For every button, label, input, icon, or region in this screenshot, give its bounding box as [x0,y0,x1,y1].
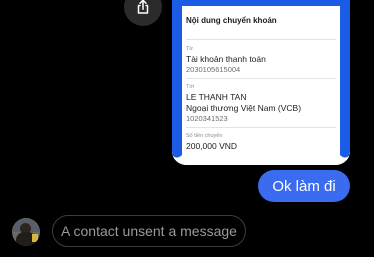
share-icon [137,0,149,14]
divider [186,39,336,40]
from-label: Từ [186,46,194,52]
amount-label: Số tiền chuyển [186,133,223,139]
amount-value: 200,000 VND [186,141,238,151]
receipt-title: Nội dung chuyển khoản [186,16,277,25]
outgoing-message-bubble[interactable]: Ok làm đi [258,170,350,202]
unsent-message-text: A contact unsent a message [61,223,237,239]
chat-screen: Nội dung chuyển khoản Từ Tài khoản thanh… [0,0,374,257]
divider [186,78,336,79]
receipt-border-left [172,0,182,150]
receipt-scallop-edge [172,150,350,160]
to-account-number: 1020341523 [186,114,228,123]
shared-receipt-image[interactable]: Nội dung chuyển khoản Từ Tài khoản thanh… [172,0,350,165]
to-label: Tới [186,84,195,90]
from-account-type: Tài khoản thanh toán [186,54,266,64]
contact-avatar[interactable] [12,218,40,246]
unsent-message-notice: A contact unsent a message [52,215,246,247]
divider [186,127,336,128]
outgoing-message-text: Ok làm đi [272,177,336,195]
from-account-number: 2030105615004 [186,65,241,74]
to-name: LE THANH TAN [186,92,247,102]
share-button[interactable] [124,0,162,26]
to-bank: Ngoại thương Việt Nam (VCB) [186,103,302,113]
receipt-border-right [340,0,350,150]
